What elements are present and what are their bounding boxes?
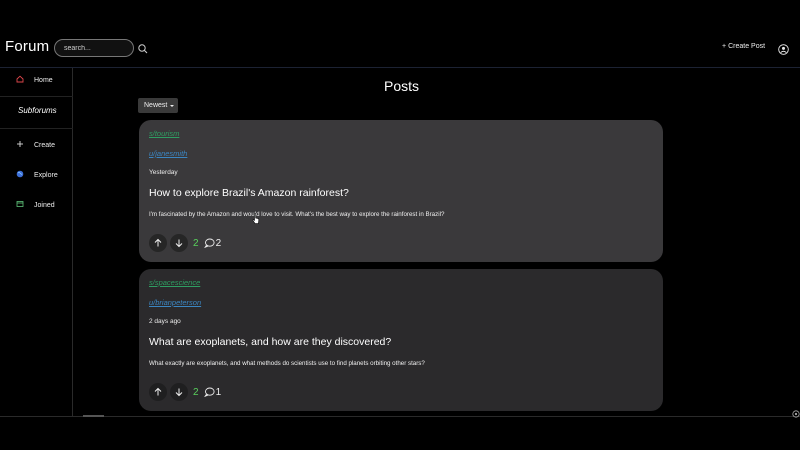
top-navbar: Forum + Create Post [0,0,800,68]
comment-count: 2 [215,237,222,249]
page-title: Posts [384,78,420,94]
sidebar-divider [0,96,73,97]
caret-down-icon [170,104,175,107]
post-score: 2 [193,386,199,398]
create-post-button[interactable]: + Create Post [722,43,765,50]
sidebar-item-home[interactable]: Home [16,75,53,85]
post-score: 2 [193,237,199,249]
sidebar-divider [0,128,73,129]
comments-button[interactable]: 1 [203,386,222,398]
plus-icon: + [722,43,727,50]
comments-button[interactable]: 2 [203,237,222,249]
post-author-link[interactable]: u/brianpeterson [149,298,201,307]
arrow-up-icon [154,387,162,396]
sidebar-item-label: Create [34,141,56,149]
sidebar-item-label: Joined [34,201,55,209]
arrow-down-icon [175,388,183,397]
comment-icon [203,238,215,248]
downvote-button[interactable] [170,234,188,252]
subforums-heading: Subforums [18,106,57,115]
post-body: What exactly are exoplanets, and what me… [149,360,425,367]
home-icon [16,75,24,85]
sidebar-item-joined[interactable]: Joined [16,200,55,210]
search-input[interactable] [54,39,134,57]
upvote-button[interactable] [149,383,167,401]
globe-icon [16,170,24,180]
sort-dropdown-label: Newest [144,102,168,109]
mouse-cursor-icon [252,212,260,224]
post-title[interactable]: How to explore Brazil's Amazon rainfores… [149,187,349,199]
joined-icon [16,200,24,210]
post-subforum-link[interactable]: s/spacescience [149,278,200,287]
post-subforum-link[interactable]: s/tourism [149,129,179,138]
post-date: Yesterday [149,169,178,176]
sidebar-item-explore[interactable]: Explore [16,170,58,180]
sidebar: Home Subforums Create Explore Joined [0,68,73,417]
downvote-button[interactable] [170,383,188,401]
post-actions: 2 2 [149,234,221,252]
sidebar-item-label: Home [34,76,53,84]
horizontal-scrollbar[interactable] [83,415,104,417]
comment-count: 1 [215,386,222,398]
plus-icon [16,140,24,150]
bottom-divider [0,416,800,417]
post-body: I'm fascinated by the Amazon and would l… [149,211,445,218]
post-title[interactable]: What are exoplanets, and how are they di… [149,336,391,348]
post-card[interactable]: s/tourism u/janesmith Yesterday How to e… [139,120,663,262]
post-author-link[interactable]: u/janesmith [149,149,187,158]
post-date: 2 days ago [149,318,181,325]
sidebar-item-label: Explore [34,171,58,179]
comment-icon [203,387,215,397]
settings-icon[interactable] [792,405,800,418]
sort-dropdown[interactable]: Newest [138,98,178,113]
upvote-button[interactable] [149,234,167,252]
arrow-down-icon [175,239,183,248]
search-icon[interactable] [137,42,149,54]
arrow-up-icon [154,238,162,247]
brand-logo[interactable]: Forum [5,38,49,55]
post-actions: 2 1 [149,383,221,401]
post-card[interactable]: s/spacescience u/brianpeterson 2 days ag… [139,269,663,411]
user-account-icon[interactable] [778,42,789,55]
sidebar-item-create[interactable]: Create [16,140,55,150]
create-post-label: Create Post [728,43,766,50]
